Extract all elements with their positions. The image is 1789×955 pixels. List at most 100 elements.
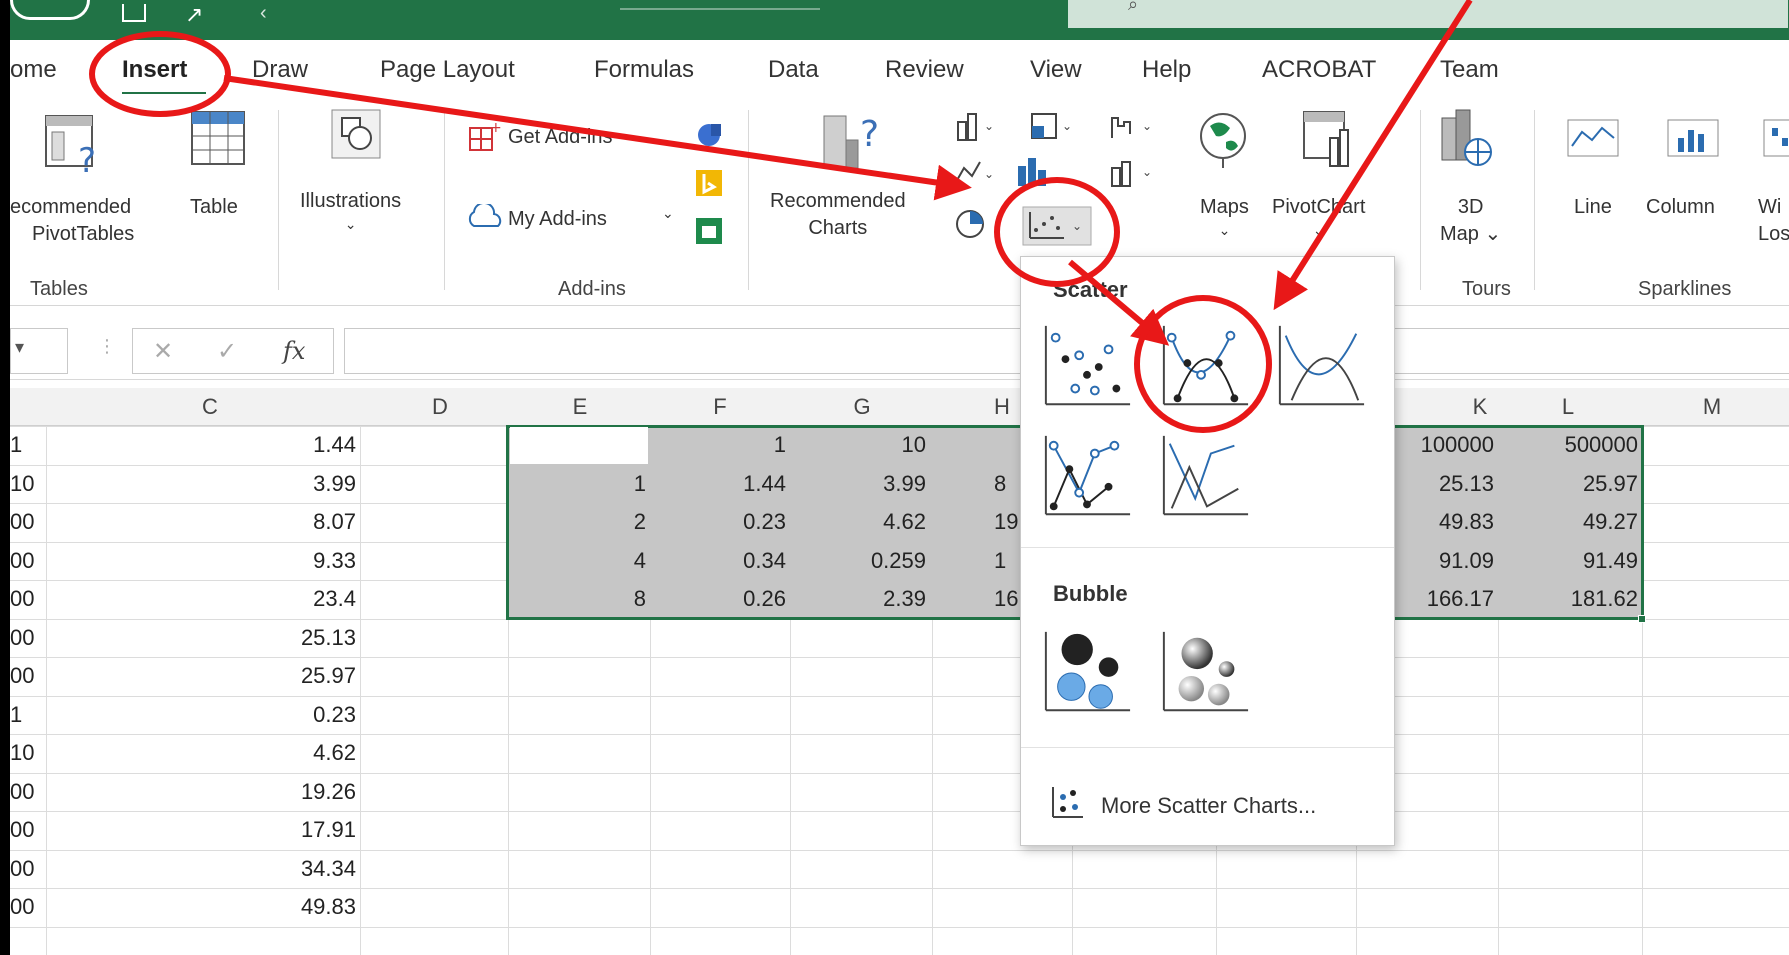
scatter-straight-lines-markers-thumb[interactable] xyxy=(1039,429,1135,525)
cell-c[interactable]: 9.33 xyxy=(313,548,356,574)
cell-b[interactable]: 00 xyxy=(10,894,34,920)
cell-b[interactable]: 1 xyxy=(10,702,22,728)
cell-b[interactable]: 00 xyxy=(10,509,34,535)
cell-g[interactable]: 4.62 xyxy=(883,509,926,535)
cell-k[interactable]: 49.83 xyxy=(1439,509,1494,535)
get-addins-icon[interactable]: + xyxy=(468,120,502,154)
cell-g[interactable]: 0.259 xyxy=(871,548,926,574)
sparkline-line-icon[interactable] xyxy=(1566,118,1620,158)
scatter-smooth-lines-markers-thumb[interactable] xyxy=(1157,319,1253,415)
table-header-cell[interactable]: 10 xyxy=(902,432,926,458)
cell-b[interactable]: 1 xyxy=(10,432,22,458)
cell-e[interactable]: 8 xyxy=(634,586,646,612)
cell-g[interactable]: 3.99 xyxy=(883,471,926,497)
cell-b[interactable]: 10 xyxy=(10,471,34,497)
cell-c[interactable]: 49.83 xyxy=(301,894,356,920)
cell-k[interactable]: 166.17 xyxy=(1427,586,1494,612)
recommended-charts-label[interactable]: Recommended Charts xyxy=(770,188,906,242)
visio-icon[interactable] xyxy=(694,120,724,150)
column-header-d[interactable]: D xyxy=(370,394,510,420)
cell-f[interactable]: 1.44 xyxy=(743,471,786,497)
cancel-icon[interactable]: ✕ xyxy=(153,337,173,366)
cell-b[interactable]: 00 xyxy=(10,586,34,612)
autosave-toggle[interactable] xyxy=(10,0,90,20)
tab-insert[interactable]: Insert xyxy=(122,56,187,84)
name-box[interactable]: ▾ xyxy=(10,328,68,374)
tab-draw[interactable]: Draw xyxy=(252,56,308,84)
table-icon[interactable] xyxy=(188,108,248,168)
tab-data[interactable]: Data xyxy=(768,56,819,84)
table-label[interactable]: Table xyxy=(190,194,238,221)
sparkline-column-label[interactable]: Column xyxy=(1646,194,1715,221)
3d-map-icon[interactable] xyxy=(1436,108,1496,170)
cell-c[interactable]: 0.23 xyxy=(313,702,356,728)
cell-l[interactable]: 500000 xyxy=(1565,432,1638,458)
stat-chart-icon[interactable] xyxy=(1014,154,1058,188)
my-addins-icon[interactable] xyxy=(468,204,504,234)
tab-view[interactable]: View xyxy=(1030,56,1082,84)
cell-c[interactable]: 25.97 xyxy=(301,663,356,689)
cell-e[interactable]: 1 xyxy=(634,471,646,497)
cell-c[interactable]: 25.13 xyxy=(301,625,356,651)
tab-acrobat[interactable]: ACROBAT xyxy=(1262,56,1376,84)
cell-c[interactable]: 3.99 xyxy=(313,471,356,497)
cell-b[interactable]: 00 xyxy=(10,663,34,689)
column-header-c[interactable]: C xyxy=(140,394,280,420)
name-box-dropdown-icon[interactable]: ▾ xyxy=(15,337,24,358)
my-addins-label[interactable]: My Add-ins xyxy=(508,206,607,233)
cell-e[interactable]: 4 xyxy=(634,548,646,574)
pie-chart-icon[interactable] xyxy=(954,206,994,240)
cell-b[interactable]: 00 xyxy=(10,548,34,574)
cell-l[interactable]: 25.97 xyxy=(1583,471,1638,497)
enter-icon[interactable]: ✓ xyxy=(217,337,237,366)
cell-k[interactable]: 100000 xyxy=(1421,432,1494,458)
insert-function-icon[interactable]: fx xyxy=(283,337,305,365)
recommended-pivottables-icon[interactable]: ? xyxy=(42,112,106,176)
bubble-thumb[interactable] xyxy=(1039,625,1135,721)
cell-l[interactable]: 181.62 xyxy=(1571,586,1638,612)
cell-f[interactable]: 0.34 xyxy=(743,548,786,574)
tab-formulas[interactable]: Formulas xyxy=(594,56,694,84)
scatter-chart-button[interactable]: ⌄ xyxy=(1022,206,1092,246)
maps-label[interactable]: Maps ⌄ xyxy=(1200,194,1249,240)
cell-h[interactable]: 1 xyxy=(994,548,1006,574)
pivotchart-icon[interactable] xyxy=(1300,108,1356,170)
cell-c[interactable]: 34.34 xyxy=(301,856,356,882)
line-chart-icon[interactable]: ⌄ xyxy=(954,158,998,188)
scatter-straight-lines-thumb[interactable] xyxy=(1157,429,1253,525)
recommended-charts-icon[interactable]: ? xyxy=(820,110,890,172)
get-addins-label[interactable]: Get Add-ins xyxy=(508,124,613,151)
sparkline-line-label[interactable]: Line xyxy=(1574,194,1612,221)
people-graph-icon[interactable] xyxy=(694,216,724,246)
hierarchy-chart-icon[interactable]: ⌄ xyxy=(1030,112,1074,142)
save-icon[interactable] xyxy=(122,4,146,22)
cell-c[interactable]: 19.26 xyxy=(301,779,356,805)
column-header-l[interactable]: L xyxy=(1498,394,1638,420)
tab-page-layout[interactable]: Page Layout xyxy=(380,56,515,84)
cell-e[interactable]: 2 xyxy=(634,509,646,535)
cell-b[interactable]: 00 xyxy=(10,856,34,882)
cell-b[interactable]: 10 xyxy=(10,740,34,766)
cell-h[interactable]: 8 xyxy=(994,471,1006,497)
cell-c[interactable]: 23.4 xyxy=(313,586,356,612)
cell-l[interactable]: 49.27 xyxy=(1583,509,1638,535)
column-header-g[interactable]: G xyxy=(792,394,932,420)
tab-home[interactable]: ome xyxy=(10,56,57,84)
cell-h[interactable]: 16 xyxy=(994,586,1018,612)
sparkline-winloss-icon[interactable] xyxy=(1762,118,1789,158)
my-addins-dropdown-icon[interactable]: ⌄ xyxy=(662,204,674,223)
cell-e1[interactable] xyxy=(510,427,648,464)
table-header-cell[interactable]: 1 xyxy=(774,432,786,458)
3d-map-label[interactable]: 3D Map ⌄ xyxy=(1440,194,1501,248)
maps-icon[interactable] xyxy=(1196,110,1250,170)
tab-help[interactable]: Help xyxy=(1142,56,1191,84)
combo-chart-icon[interactable]: ⌄ xyxy=(1108,156,1156,188)
redo-icon[interactable]: ‹ xyxy=(260,2,267,25)
3d-bubble-thumb[interactable] xyxy=(1157,625,1253,721)
illustrations-label[interactable]: Illustrations ⌄ xyxy=(300,188,401,234)
fill-handle[interactable] xyxy=(1638,614,1646,623)
column-chart-icon[interactable]: ⌄ xyxy=(954,112,998,142)
column-header-m[interactable]: M xyxy=(1642,394,1782,420)
column-header-e[interactable]: E xyxy=(510,394,650,420)
sparkline-column-icon[interactable] xyxy=(1666,118,1720,158)
